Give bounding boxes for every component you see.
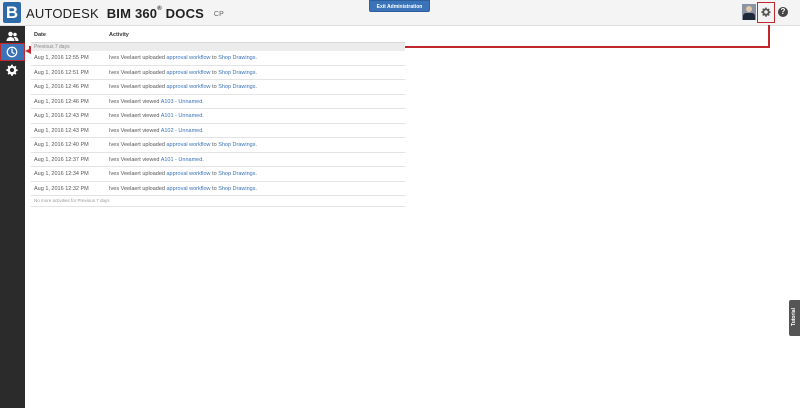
row-verb: viewed	[142, 127, 160, 134]
sidebar	[0, 26, 25, 408]
row-activity: Ives Veelaert viewed A102 - Unnamed.	[109, 128, 204, 134]
sidebar-item-activity[interactable]	[0, 43, 25, 61]
row-object-link[interactable]: A101 - Unnamed.	[161, 157, 204, 163]
gear-icon	[6, 64, 18, 76]
table-row: Aug 1, 2016 12:46 PM Ives Veelaert viewed…	[31, 95, 405, 109]
row-verb: uploaded	[142, 55, 165, 61]
row-object-link[interactable]: A101 - Unnamed.	[161, 113, 204, 119]
row-user: Ives Veelaert	[109, 84, 141, 90]
row-activity: Ives Veelaert uploaded approval workflow…	[109, 171, 257, 177]
row-object-link[interactable]: approval workflow	[167, 55, 211, 61]
help-icon[interactable]: ?	[778, 7, 788, 17]
table-row: Aug 1, 2016 12:51 PM Ives Veelaert upload…	[31, 66, 405, 80]
exit-administration-button[interactable]: Exit Administration	[369, 0, 430, 12]
row-object-link[interactable]: A102 - Unnamed.	[161, 128, 204, 134]
row-target-link[interactable]: Shop Drawings.	[218, 142, 257, 148]
row-user: Ives Veelaert	[109, 127, 141, 134]
callout-line	[768, 25, 770, 47]
row-date: Aug 1, 2016 12:40 PM	[34, 142, 89, 148]
row-date: Aug 1, 2016 12:46 PM	[34, 84, 89, 90]
row-object-link[interactable]: approval workflow	[167, 84, 211, 90]
row-activity: Ives Veelaert viewed A103 - Unnamed.	[109, 99, 204, 105]
row-target-link[interactable]: Shop Drawings.	[218, 70, 257, 76]
row-preposition: to	[212, 84, 217, 90]
row-activity: Ives Veelaert uploaded approval workflow…	[109, 142, 257, 148]
row-user: Ives Veelaert	[109, 156, 141, 163]
gear-icon	[761, 7, 771, 17]
row-verb: viewed	[142, 156, 160, 163]
column-header-activity[interactable]: Activity	[109, 32, 129, 38]
row-preposition: to	[212, 142, 217, 148]
row-activity: Ives Veelaert uploaded approval workflow…	[109, 186, 257, 192]
table-header: Date Activity	[31, 30, 405, 43]
bim360-logo[interactable]: B	[3, 2, 21, 23]
row-user: Ives Veelaert	[109, 98, 141, 105]
row-target-link[interactable]: Shop Drawings.	[218, 55, 257, 61]
row-object-link[interactable]: approval workflow	[167, 171, 211, 177]
no-more-activities-note: No more activities for Previous 7 days	[31, 196, 405, 207]
row-user: Ives Veelaert	[109, 142, 141, 148]
activity-table: Date Activity Previous 7 days Aug 1, 201…	[31, 30, 405, 207]
row-verb: uploaded	[142, 185, 165, 192]
table-row: Aug 1, 2016 12:32 PM Ives Veelaert upload…	[31, 182, 405, 196]
tutorial-tab[interactable]: Tutorial	[789, 300, 800, 336]
table-row: Aug 1, 2016 12:40 PM Ives Veelaert upload…	[31, 138, 405, 153]
table-row: Aug 1, 2016 12:37 PM Ives Veelaert viewed…	[31, 153, 405, 167]
row-verb: uploaded	[142, 69, 165, 76]
clock-icon	[6, 46, 18, 58]
row-activity: Ives Veelaert uploaded approval workflow…	[109, 55, 257, 61]
row-activity: Ives Veelaert viewed A101 - Unnamed.	[109, 113, 204, 119]
row-date: Aug 1, 2016 12:32 PM	[34, 185, 89, 192]
tutorial-tab-label: Tutorial	[791, 308, 797, 326]
row-activity: Ives Veelaert uploaded approval workflow…	[109, 84, 257, 90]
table-row: Aug 1, 2016 12:46 PM Ives Veelaert upload…	[31, 80, 405, 95]
row-object-link[interactable]: approval workflow	[167, 142, 211, 148]
row-activity: Ives Veelaert uploaded approval workflow…	[109, 70, 257, 76]
table-row: Aug 1, 2016 12:43 PM Ives Veelaert viewed…	[31, 124, 405, 138]
project-code: CP	[213, 11, 224, 19]
row-verb: viewed	[142, 113, 160, 119]
row-user: Ives Veelaert	[109, 185, 141, 192]
table-row: Aug 1, 2016 12:34 PM Ives Veelaert upload…	[31, 167, 405, 182]
brand-title: AUTODESK BIM 360® DOCS CP	[26, 6, 224, 21]
row-user: Ives Veelaert	[109, 55, 141, 61]
row-date: Aug 1, 2016 12:55 PM	[34, 55, 89, 61]
row-preposition: to	[212, 185, 217, 192]
top-bar: B AUTODESK BIM 360® DOCS CP Exit Adminis…	[0, 0, 800, 26]
row-object-link[interactable]: approval workflow	[167, 70, 211, 76]
table-row: Aug 1, 2016 12:55 PM Ives Veelaert upload…	[31, 51, 405, 66]
row-date: Aug 1, 2016 12:46 PM	[34, 98, 89, 105]
row-preposition: to	[212, 55, 217, 61]
row-object-link[interactable]: approval workflow	[167, 186, 211, 192]
row-date: Aug 1, 2016 12:34 PM	[34, 171, 89, 177]
row-preposition: to	[212, 171, 217, 177]
row-verb: uploaded	[142, 84, 165, 90]
row-date: Aug 1, 2016 12:43 PM	[34, 127, 89, 134]
row-user: Ives Veelaert	[109, 113, 141, 119]
group-label: Previous 7 days	[31, 43, 405, 51]
row-preposition: to	[212, 69, 217, 76]
row-user: Ives Veelaert	[109, 69, 141, 76]
row-verb: uploaded	[142, 142, 165, 148]
row-target-link[interactable]: Shop Drawings.	[218, 171, 257, 177]
settings-gear-button[interactable]	[757, 2, 775, 23]
users-icon	[6, 31, 19, 41]
column-header-date[interactable]: Date	[34, 32, 46, 38]
brand-product: BIM 360® DOCS	[106, 6, 205, 21]
brand-company: AUTODESK	[26, 6, 99, 21]
user-avatar[interactable]	[742, 4, 756, 20]
row-date: Aug 1, 2016 12:37 PM	[34, 156, 89, 163]
row-verb: uploaded	[142, 171, 165, 177]
row-target-link[interactable]: Shop Drawings.	[218, 84, 257, 90]
sidebar-item-settings[interactable]	[0, 61, 25, 79]
row-user: Ives Veelaert	[109, 171, 141, 177]
row-object-link[interactable]: A103 - Unnamed.	[161, 99, 204, 105]
row-date: Aug 1, 2016 12:43 PM	[34, 113, 89, 119]
table-row: Aug 1, 2016 12:43 PM Ives Veelaert viewed…	[31, 109, 405, 124]
row-target-link[interactable]: Shop Drawings.	[218, 186, 257, 192]
row-activity: Ives Veelaert viewed A101 - Unnamed.	[109, 157, 204, 163]
row-verb: viewed	[142, 98, 160, 105]
row-date: Aug 1, 2016 12:51 PM	[34, 69, 89, 76]
